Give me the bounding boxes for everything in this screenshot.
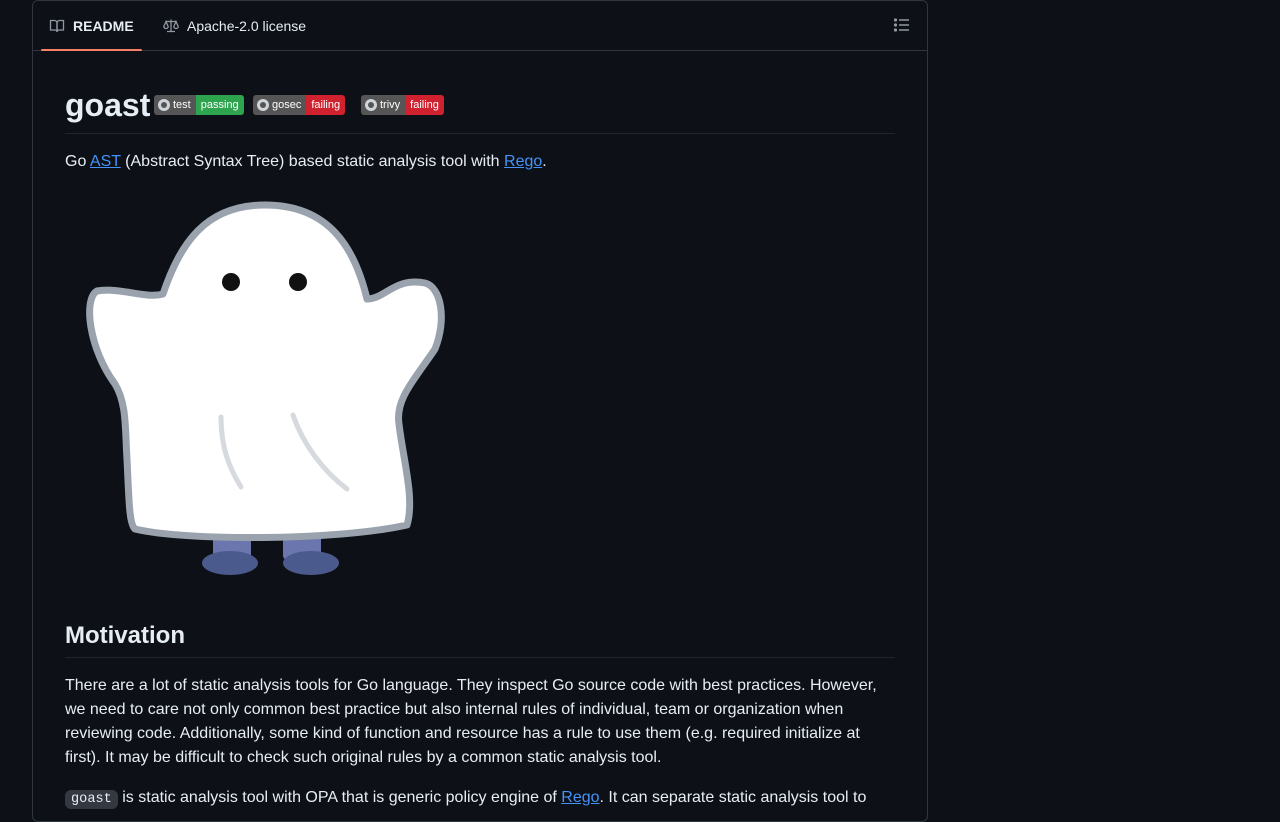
readme-box: README Apache-2.0 license goast test pas… [32, 0, 928, 822]
github-mark-icon [158, 99, 170, 111]
readme-tabbar: README Apache-2.0 license [33, 1, 927, 51]
tab-license-label: Apache-2.0 license [187, 17, 307, 34]
tab-readme[interactable]: README [41, 1, 142, 51]
rego-link[interactable]: Rego [504, 153, 542, 170]
tab-license[interactable]: Apache-2.0 license [155, 1, 314, 50]
badge-trivy[interactable]: trivy failing [361, 95, 444, 115]
goast-paragraph: goast is static analysis tool with OPA t… [65, 786, 895, 812]
github-mark-icon [365, 99, 377, 111]
motivation-heading: Motivation [65, 622, 185, 649]
rego-link-2[interactable]: Rego [561, 789, 599, 806]
motivation-paragraph: There are a lot of static analysis tools… [65, 677, 877, 766]
tab-readme-label: README [73, 17, 134, 34]
ast-link[interactable]: AST [90, 153, 121, 170]
page-title: goast [65, 87, 151, 123]
motivation-heading-row: Motivation [65, 617, 895, 658]
ghost-illustration [86, 201, 445, 575]
badge-test[interactable]: test passing [154, 95, 244, 115]
badge-gosec[interactable]: gosec failing [253, 95, 346, 115]
list-unordered-icon[interactable] [893, 16, 911, 34]
github-mark-icon [257, 99, 269, 111]
intro-paragraph: Go AST (Abstract Syntax Tree) based stat… [65, 153, 547, 170]
law-icon [163, 18, 179, 34]
book-icon [49, 18, 65, 34]
